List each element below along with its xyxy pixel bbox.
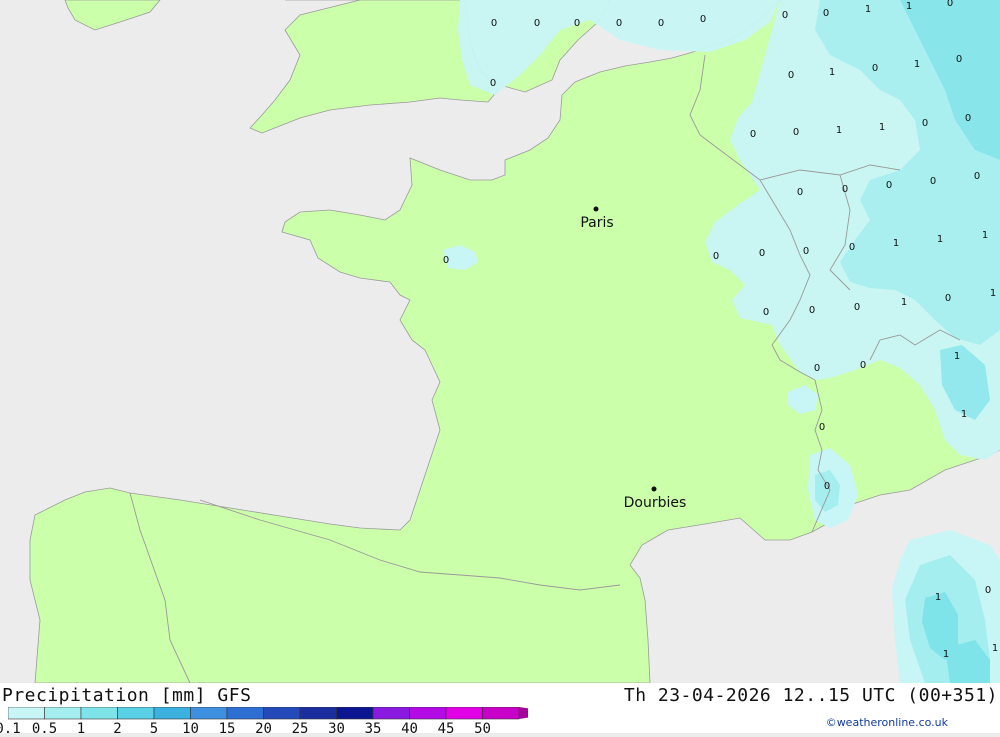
precip-value-label: 0 — [814, 363, 820, 374]
precip-value-label: 0 — [974, 171, 980, 182]
precip-value-label: 0 — [965, 113, 971, 124]
color-scale-segment — [409, 707, 447, 720]
precip-value-label: 1 — [937, 234, 943, 245]
precip-value-label: 0 — [490, 78, 496, 89]
precip-value-label: 0 — [574, 18, 580, 29]
city-label-dourbies: Dourbies — [624, 495, 687, 511]
precip-value-label: 1 — [992, 643, 998, 654]
color-scale-tick: 50 — [474, 721, 491, 737]
precip-value-label: 0 — [854, 302, 860, 313]
color-scale-tick: 20 — [255, 721, 272, 737]
precip-value-label: 0 — [930, 176, 936, 187]
color-scale-segment — [44, 707, 82, 720]
precip-value-label: 0 — [700, 14, 706, 25]
color-scale-tick: 15 — [218, 721, 236, 737]
color-scale-tick: 30 — [328, 721, 345, 737]
precip-value-label: 1 — [836, 125, 842, 136]
precipitation-map: 0 0 0 0 0 0 0 0 1 1 0 0 1 0 0 1 0 0 0 1 1 0 0 0 0 0 0 0 0 0 0 0 1 1 1 0 0 0 1 0… — [0, 0, 1000, 683]
color-scale-arrow — [519, 707, 528, 719]
color-scale-bar — [8, 707, 528, 720]
color-scale-tick: 25 — [291, 721, 309, 737]
precip-value-label: 0 — [823, 8, 829, 19]
city-label-paris: Paris — [580, 215, 613, 231]
precip-value-label: 0 — [922, 118, 928, 129]
color-scale-tick: 45 — [437, 721, 455, 737]
map-title: Precipitation [mm] GFS — [2, 685, 252, 706]
precip-value-label: 0 — [793, 127, 799, 138]
precip-value-label: 1 — [829, 67, 835, 78]
color-scale-segment — [482, 707, 520, 720]
precip-value-label: 1 — [906, 1, 912, 12]
precip-value-label: 1 — [865, 4, 871, 15]
precip-value-label: 0 — [819, 422, 825, 433]
credit-link[interactable]: ©weatheronline.co.uk — [826, 716, 948, 729]
color-scale-segment — [299, 707, 337, 720]
color-scale-tick: 10 — [182, 721, 199, 737]
precip-value-label: 0 — [782, 10, 788, 21]
precip-value-label: 0 — [809, 305, 815, 316]
precip-value-label: 0 — [658, 18, 664, 29]
color-scale-segment — [336, 707, 374, 720]
color-scale-segment — [226, 707, 264, 720]
precip-value-label: 0 — [616, 18, 622, 29]
precip-value-label: 1 — [914, 59, 920, 70]
precip-value-label: 0 — [797, 187, 803, 198]
precip-value-label: 1 — [990, 288, 996, 299]
precip-value-label: 0 — [945, 293, 951, 304]
precip-value-label: 0 — [443, 255, 449, 266]
precip-value-label: 1 — [893, 238, 899, 249]
precip-value-label: 0 — [788, 70, 794, 81]
precip-value-label: 1 — [954, 351, 960, 362]
precip-value-label: 1 — [961, 409, 967, 420]
color-scale-tick: 1 — [76, 721, 86, 737]
precip-value-label: 0 — [491, 18, 497, 29]
color-scale-segment — [372, 707, 410, 720]
precip-value-label: 1 — [879, 122, 885, 133]
color-scale-segment — [190, 707, 228, 720]
precip-value-label: 0 — [872, 63, 878, 74]
precip-value-label: 0 — [713, 251, 719, 262]
color-scale-segment — [263, 707, 301, 720]
precip-value-label: 0 — [759, 248, 765, 259]
precip-value-label: 1 — [935, 592, 941, 603]
color-scale-tick: 40 — [401, 721, 418, 737]
color-scale-tick: 0.1 — [0, 721, 21, 737]
precip-value-label: 0 — [985, 585, 991, 596]
map-footer: Precipitation [mm] GFS Th 23-04-2026 12.… — [0, 683, 1000, 737]
color-scale-tick: 5 — [149, 721, 159, 737]
precip-value-label: 1 — [901, 297, 907, 308]
precip-value-label: 1 — [982, 230, 988, 241]
precip-value-label: 0 — [849, 242, 855, 253]
city-marker — [651, 486, 657, 492]
color-scale-tick: 2 — [113, 721, 122, 737]
color-scale-tick: 35 — [364, 721, 382, 737]
precip-value-label: 0 — [824, 481, 830, 492]
precip-value-label: 0 — [803, 246, 809, 257]
precip-value-label: 0 — [947, 0, 953, 9]
precip-value-label: 0 — [886, 180, 892, 191]
precip-value-label: 0 — [763, 307, 769, 318]
color-scale-segment — [153, 707, 191, 720]
city-marker — [593, 206, 599, 212]
color-scale-tick: 0.5 — [31, 721, 58, 737]
color-scale-segment — [80, 707, 118, 720]
color-scale-segment — [117, 707, 155, 720]
color-scale-segment — [8, 707, 45, 720]
precip-value-label: 0 — [534, 18, 540, 29]
precip-value-label: 0 — [842, 184, 848, 195]
precip-value-label: 0 — [750, 129, 756, 140]
precip-value-label: 0 — [860, 360, 866, 371]
color-scale-segment — [445, 707, 483, 720]
precip-value-label: 1 — [943, 649, 949, 660]
map-valid-time: Th 23-04-2026 12..15 UTC (00+351) — [623, 685, 998, 706]
precip-value-label: 0 — [956, 54, 962, 65]
